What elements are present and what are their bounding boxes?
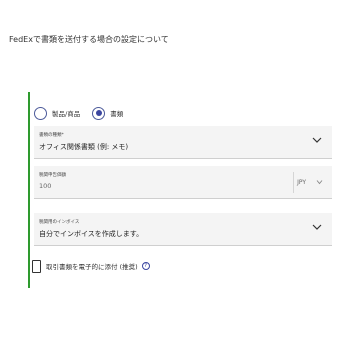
radio-documents[interactable]	[92, 106, 106, 120]
page-title: FedExで書類を送付する場合の設定について	[9, 35, 169, 44]
customs-value-input[interactable]: 100	[39, 182, 51, 190]
shipment-type-radio-group: 製品/商品 書類	[34, 106, 135, 120]
customs-value-label: 税関申告価額	[39, 173, 66, 178]
currency-divider	[293, 172, 294, 193]
chevron-down-icon[interactable]	[312, 223, 322, 231]
chevron-down-icon[interactable]	[316, 179, 323, 185]
radio-products-label[interactable]: 製品/商品	[52, 108, 80, 118]
chevron-down-icon[interactable]	[312, 136, 322, 144]
etd-checkbox-row: 取引書類を電子的に添付 (推奨) ?	[32, 259, 150, 273]
customs-value-field[interactable]: 税関申告価額 100 JPY	[34, 166, 332, 199]
invoice-type-value: 自分でインボイスを作成します。	[39, 230, 144, 238]
etd-checkbox-label[interactable]: 取引書類を電子的に添付 (推奨)	[46, 261, 138, 271]
radio-documents-label[interactable]: 書類	[110, 108, 123, 118]
invoice-type-select[interactable]: 税関用のインボイス 自分でインボイスを作成します。	[34, 213, 332, 246]
help-icon[interactable]: ?	[141, 262, 150, 270]
document-type-value: オフィス関係書類 (例: メモ)	[39, 143, 129, 151]
document-type-label: 書類の種類*	[39, 133, 64, 138]
shipment-settings-panel: 製品/商品 書類 書類の種類* オフィス関係書類 (例: メモ) 税関申告価額 …	[28, 92, 332, 288]
invoice-type-label: 税関用のインボイス	[39, 220, 80, 225]
etd-checkbox[interactable]	[32, 259, 41, 273]
panel-accent-bar	[28, 92, 30, 288]
currency-select-value[interactable]: JPY	[297, 179, 306, 186]
document-type-select[interactable]: 書類の種類* オフィス関係書類 (例: メモ)	[34, 126, 332, 159]
radio-products[interactable]	[34, 106, 47, 120]
